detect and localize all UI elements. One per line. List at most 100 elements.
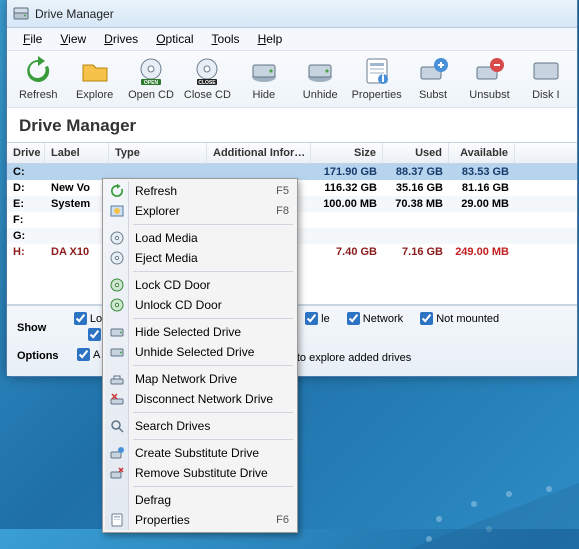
menubar: FileViewDrivesOpticalToolsHelp bbox=[7, 28, 577, 51]
toolbar-refresh-button[interactable]: Refresh bbox=[13, 55, 63, 101]
ctx-properties[interactable]: PropertiesF6 bbox=[105, 510, 295, 530]
column-header[interactable]: Size bbox=[311, 143, 383, 163]
app-icon bbox=[13, 6, 29, 22]
option-checkbox[interactable]: A bbox=[77, 348, 100, 361]
menu-view[interactable]: View bbox=[52, 30, 94, 48]
unsubst-icon bbox=[473, 55, 505, 87]
svg-text:OPEN: OPEN bbox=[144, 80, 159, 86]
cell-size: 100.00 MB bbox=[311, 196, 383, 212]
cell-used bbox=[383, 228, 449, 244]
column-header[interactable]: Drive bbox=[7, 143, 45, 163]
cell-label bbox=[45, 212, 109, 228]
drive-icon bbox=[109, 324, 125, 340]
grid-header: DriveLabelTypeAdditional Infor…SizeUsedA… bbox=[7, 143, 577, 164]
column-header[interactable]: Available bbox=[449, 143, 515, 163]
toolbar-label: Unsubst bbox=[469, 89, 509, 101]
cell-size: 171.90 GB bbox=[311, 164, 383, 180]
cell-drive: E: bbox=[7, 196, 45, 212]
checkbox-input[interactable] bbox=[88, 328, 101, 341]
checkbox-input[interactable] bbox=[305, 312, 318, 325]
show-checkbox[interactable]: Not mounted bbox=[420, 312, 499, 325]
menu-help[interactable]: Help bbox=[250, 30, 291, 48]
cell-drive: F: bbox=[7, 212, 45, 228]
ctx-search-drives[interactable]: Search Drives bbox=[105, 416, 295, 436]
toolbar-unhide-button[interactable]: Unhide bbox=[295, 55, 345, 101]
cell-avail: 249.00 MB bbox=[449, 244, 515, 260]
column-header[interactable]: Used bbox=[383, 143, 449, 163]
svg-text:CLOSE: CLOSE bbox=[199, 80, 217, 86]
ctx-label: Refresh bbox=[135, 184, 268, 198]
cell-size: 7.40 GB bbox=[311, 244, 383, 260]
checkbox-input[interactable] bbox=[74, 312, 87, 325]
checkbox-input[interactable] bbox=[420, 312, 433, 325]
show-checkbox[interactable]: Lo bbox=[74, 312, 102, 325]
checkbox-label: le bbox=[321, 313, 330, 325]
ctx-unlock-cd-door[interactable]: Unlock CD Door bbox=[105, 295, 295, 315]
refresh-icon bbox=[22, 55, 54, 87]
menu-file[interactable]: File bbox=[15, 30, 50, 48]
toolbar-opencd-button[interactable]: OPENOpen CD bbox=[126, 55, 176, 101]
ctx-label: Defrag bbox=[135, 493, 289, 507]
column-header[interactable]: Additional Infor… bbox=[207, 143, 311, 163]
ctx-shortcut: F5 bbox=[268, 185, 289, 197]
net-x-icon bbox=[109, 391, 125, 407]
ctx-label: Map Network Drive bbox=[135, 372, 289, 386]
cd-icon bbox=[109, 230, 125, 246]
context-menu-separator bbox=[133, 365, 293, 366]
ctx-label: Unhide Selected Drive bbox=[135, 345, 289, 359]
menu-tools[interactable]: Tools bbox=[204, 30, 248, 48]
ctx-label: Unlock CD Door bbox=[135, 298, 289, 312]
checkbox-input[interactable] bbox=[77, 348, 90, 361]
toolbar-label: Hide bbox=[253, 89, 276, 101]
checkbox-input[interactable] bbox=[347, 312, 360, 325]
cd-icon bbox=[109, 250, 125, 266]
ctx-explorer[interactable]: ExplorerF8 bbox=[105, 201, 295, 221]
cell-used: 88.37 GB bbox=[383, 164, 449, 180]
cell-size: 116.32 GB bbox=[311, 180, 383, 196]
cell-avail: 81.16 GB bbox=[449, 180, 515, 196]
ctx-refresh[interactable]: RefreshF5 bbox=[105, 181, 295, 201]
toolbar-label: Close CD bbox=[184, 89, 231, 101]
options-label: Options bbox=[17, 350, 69, 362]
ctx-eject-media[interactable]: Eject Media bbox=[105, 248, 295, 268]
menu-drives[interactable]: Drives bbox=[96, 30, 146, 48]
cd-lock-icon bbox=[109, 297, 125, 313]
refresh-icon bbox=[109, 183, 125, 199]
subst-icon bbox=[417, 55, 449, 87]
ctx-create-substitute-drive[interactable]: Create Substitute Drive bbox=[105, 443, 295, 463]
toolbar-explore-button[interactable]: Explore bbox=[69, 55, 119, 101]
toolbar-unsubst-button[interactable]: Unsubst bbox=[464, 55, 514, 101]
ctx-defrag[interactable]: Defrag bbox=[105, 490, 295, 510]
ctx-map-network-drive[interactable]: Map Network Drive bbox=[105, 369, 295, 389]
toolbar-closecd-button[interactable]: CLOSE Close CD bbox=[182, 55, 232, 101]
ctx-lock-cd-door[interactable]: Lock CD Door bbox=[105, 275, 295, 295]
column-header[interactable]: Type bbox=[109, 143, 207, 163]
cell-avail: 29.00 MB bbox=[449, 196, 515, 212]
toolbar-hide-button[interactable]: Hide bbox=[239, 55, 289, 101]
show-checkbox[interactable]: le bbox=[305, 312, 330, 325]
context-menu-separator bbox=[133, 318, 293, 319]
subst-x-icon bbox=[109, 465, 125, 481]
checkbox-label: Not mounted bbox=[436, 313, 499, 325]
hide-icon bbox=[248, 55, 280, 87]
toolbar-subst-button[interactable]: Subst bbox=[408, 55, 458, 101]
ctx-disconnect-network-drive[interactable]: Disconnect Network Drive bbox=[105, 389, 295, 409]
column-header[interactable]: Label bbox=[45, 143, 109, 163]
drive-icon bbox=[109, 344, 125, 360]
ctx-load-media[interactable]: Load Media bbox=[105, 228, 295, 248]
closecd-icon: CLOSE bbox=[191, 55, 223, 87]
toolbar-properties-button[interactable]: Properties bbox=[351, 55, 401, 101]
ctx-hide-selected-drive[interactable]: Hide Selected Drive bbox=[105, 322, 295, 342]
menu-optical[interactable]: Optical bbox=[148, 30, 201, 48]
cell-label: DA X10 bbox=[45, 244, 109, 260]
unhide-icon bbox=[304, 55, 336, 87]
ctx-remove-substitute-drive[interactable]: Remove Substitute Drive bbox=[105, 463, 295, 483]
ctx-shortcut: F6 bbox=[268, 514, 289, 526]
ctx-unhide-selected-drive[interactable]: Unhide Selected Drive bbox=[105, 342, 295, 362]
toolbar-label: Subst bbox=[419, 89, 447, 101]
toolbar-diski-button[interactable]: Disk I bbox=[521, 55, 571, 101]
context-menu-separator bbox=[133, 412, 293, 413]
explorer-icon bbox=[109, 203, 125, 219]
show-checkbox[interactable]: Network bbox=[347, 312, 403, 325]
cd-lock-icon bbox=[109, 277, 125, 293]
